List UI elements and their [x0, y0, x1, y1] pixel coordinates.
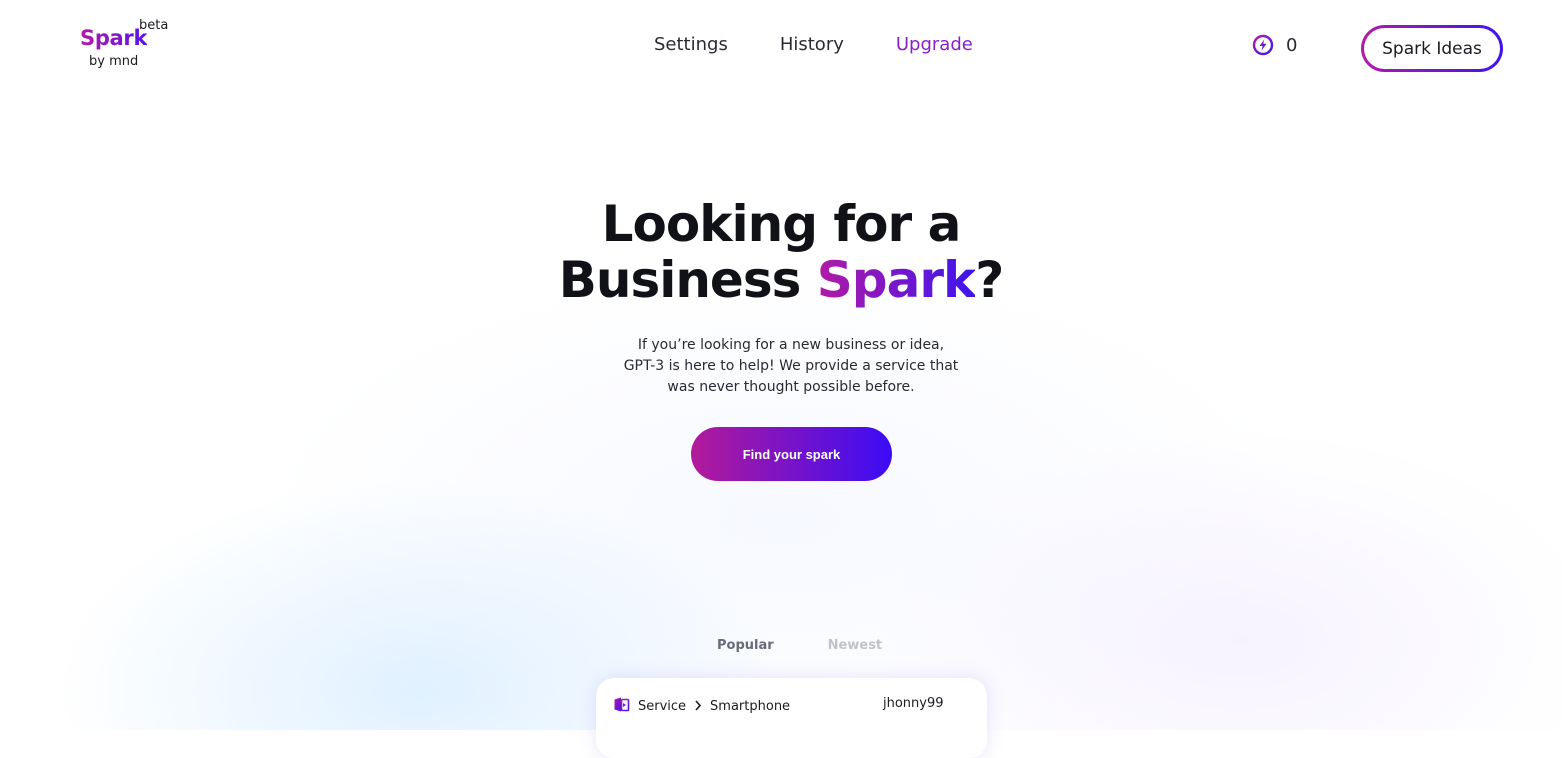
idea-card[interactable]: Service Smartphone jhonny99 [596, 678, 987, 758]
idea-subcategory: Smartphone [710, 699, 791, 714]
idea-category: Service [638, 699, 687, 714]
hero-subtitle-line1: If you’re looking for a new business or … [637, 337, 945, 353]
logo-byline: by mnd [89, 54, 139, 69]
tab-newest[interactable]: Newest [828, 638, 882, 653]
credits-counter[interactable]: 0 [1252, 34, 1297, 56]
logo-wordmark: Spark [80, 26, 148, 50]
hero-title-suffix: ? [975, 251, 1004, 309]
idea-author: jhonny99 [883, 696, 944, 711]
nav-upgrade[interactable]: Upgrade [896, 34, 973, 55]
hero-title-line1: Looking for a [601, 195, 962, 253]
tab-popular[interactable]: Popular [717, 638, 774, 653]
find-your-spark-button[interactable]: Find your spark [691, 427, 892, 481]
nav-settings[interactable]: Settings [654, 34, 728, 55]
hero-subtitle-line3: was never thought possible before. [667, 379, 915, 395]
spark-ideas-label: Spark Ideas [1364, 28, 1500, 69]
hero-title: Looking for a Business Spark? [0, 196, 1562, 308]
spark-ideas-button[interactable]: Spark Ideas [1361, 25, 1503, 72]
category-icon [613, 696, 630, 717]
main-nav: Settings History Upgrade [654, 34, 973, 55]
idea-breadcrumb: Service Smartphone [613, 696, 790, 717]
hero-title-prefix: Business [558, 251, 817, 309]
beta-badge: beta [139, 18, 169, 33]
credits-count: 0 [1286, 34, 1298, 56]
hero-subtitle-line2: GPT-3 is here to help! We provide a serv… [623, 358, 959, 374]
hero-subtitle: If you’re looking for a new business or … [611, 335, 971, 398]
nav-history[interactable]: History [780, 34, 844, 55]
ideas-tabs: Popular Newest [717, 638, 882, 653]
chevron-right-icon [694, 699, 702, 715]
lightning-coin-icon [1252, 34, 1274, 56]
logo[interactable]: Spark beta by mnd [80, 18, 180, 74]
hero-title-highlight: Spark [816, 251, 976, 309]
